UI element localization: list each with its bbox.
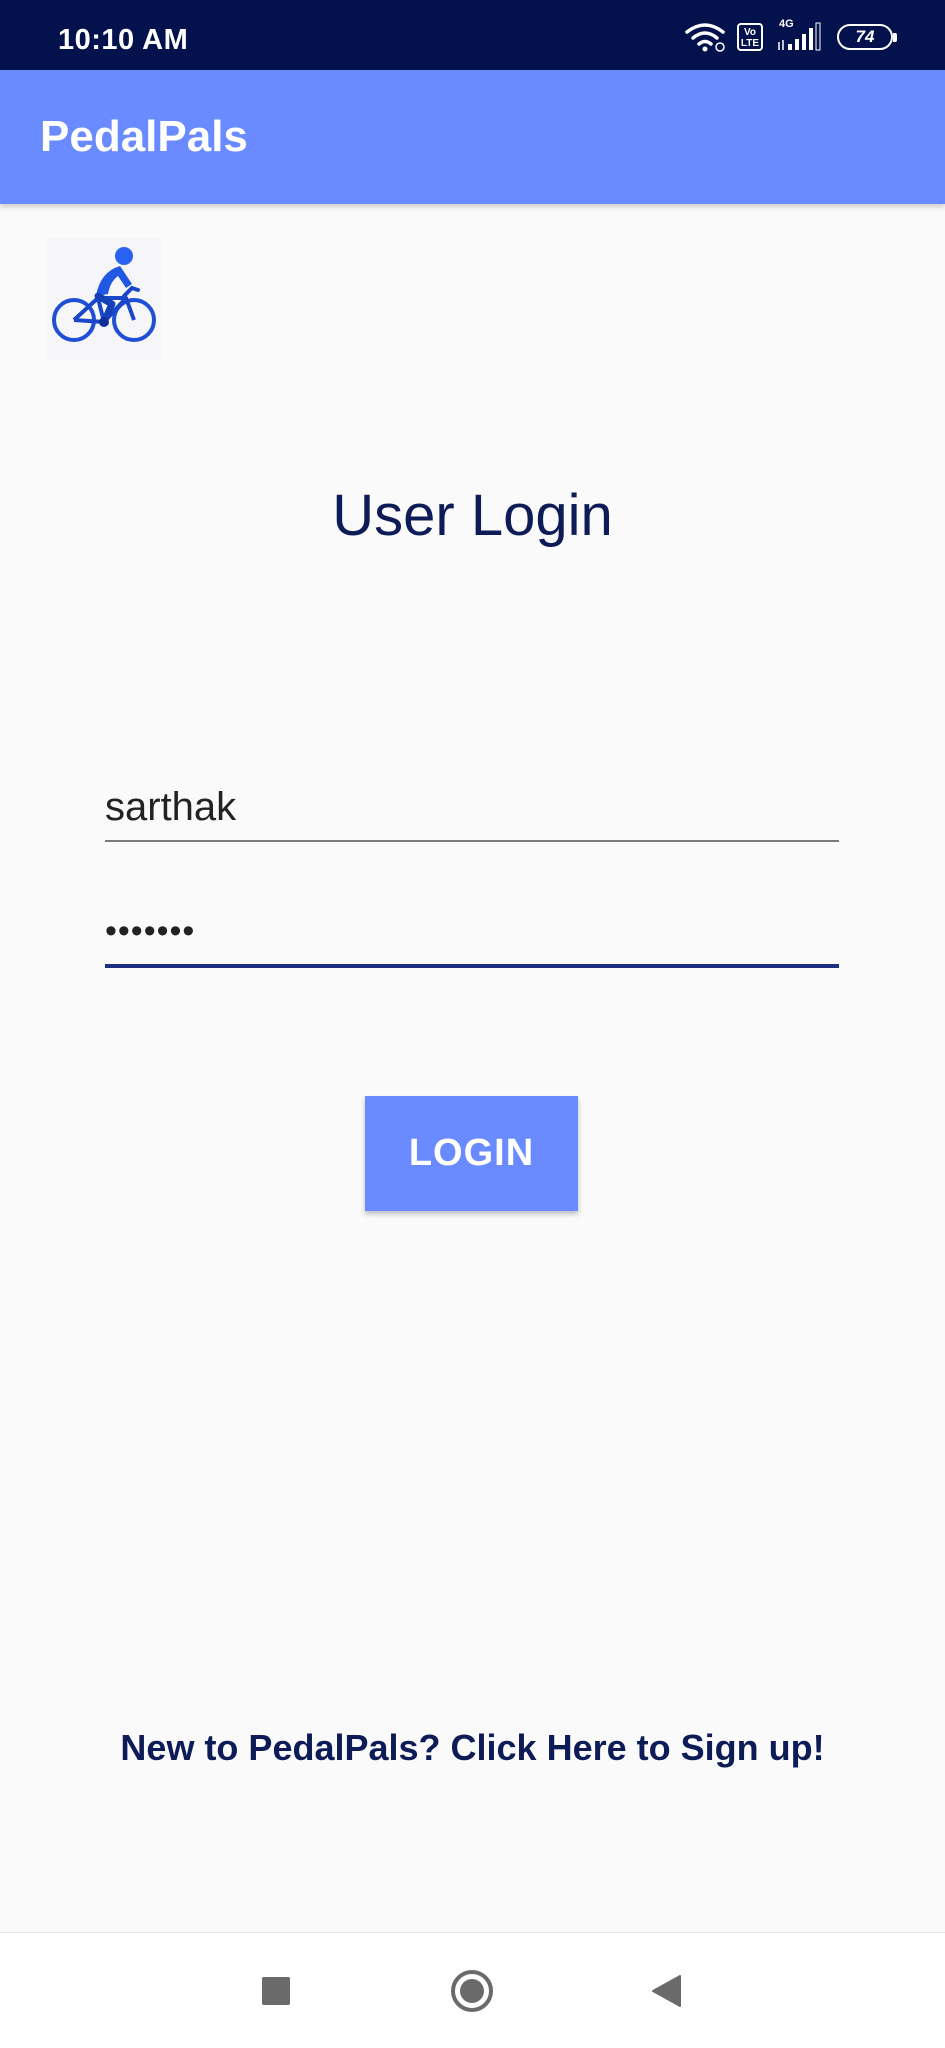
signal-icon: 4G: [775, 18, 825, 54]
home-button[interactable]: [442, 1961, 502, 2021]
password-masked-value: •••••••: [105, 912, 196, 950]
password-field[interactable]: [105, 900, 839, 968]
recents-square-icon: [262, 1977, 290, 2005]
login-screen: 10:10 AM Vo LTE 4G 74 PedalPals User Log…: [0, 0, 945, 2048]
cyclist-logo-icon: [46, 238, 162, 360]
wifi-icon: [685, 23, 725, 52]
status-icons: Vo LTE 4G 74: [685, 18, 897, 54]
battery-icon: 74: [837, 24, 897, 50]
system-nav-bar: [0, 1932, 945, 2048]
app-title: PedalPals: [40, 112, 248, 161]
login-button[interactable]: LOGIN: [365, 1096, 578, 1211]
volte-icon: Vo LTE: [737, 23, 763, 51]
status-bar: 10:10 AM Vo LTE 4G 74: [0, 0, 945, 70]
battery-level: 74: [855, 27, 875, 46]
home-circle-icon: [451, 1970, 493, 2012]
app-bar: PedalPals: [0, 70, 945, 204]
page-title: User Login: [332, 483, 613, 548]
status-time: 10:10 AM: [58, 24, 189, 56]
recents-button[interactable]: [246, 1961, 306, 2021]
signup-link[interactable]: New to PedalPals? Click Here to Sign up!: [0, 1727, 945, 1769]
username-field[interactable]: [105, 774, 839, 842]
back-triangle-icon: [652, 1975, 681, 2007]
back-button[interactable]: [636, 1961, 696, 2021]
